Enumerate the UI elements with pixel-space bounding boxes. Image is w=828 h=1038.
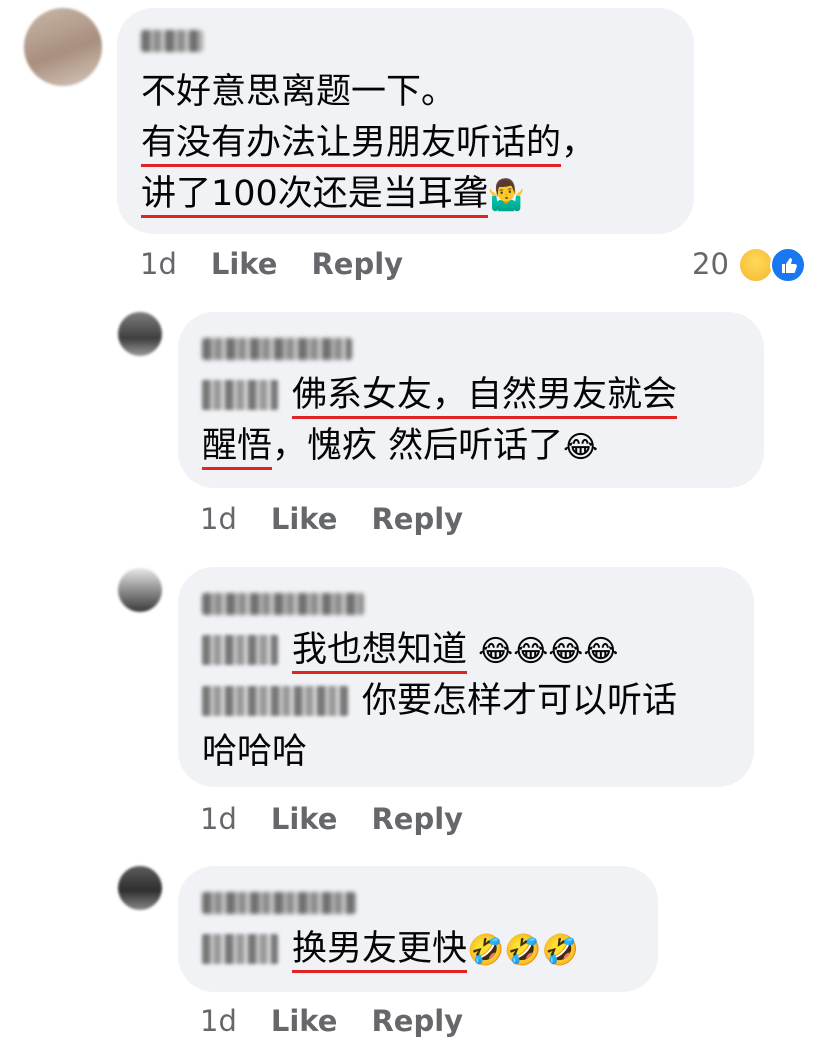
mention-tag[interactable] [202, 635, 278, 665]
like-button[interactable]: Like [211, 247, 278, 281]
reply-bubble: 我也想知道 😂😂😂😂 你要怎样才可以听话 哈哈哈 [178, 567, 754, 787]
comment-text: 我也想知道 😂😂😂😂 你要怎样才可以听话 哈哈哈 [202, 630, 678, 772]
timestamp[interactable]: 1d [200, 502, 237, 536]
rolling-laughing-icon: 🤣🤣🤣 [467, 933, 580, 968]
like-button[interactable]: Like [271, 1004, 338, 1038]
commenter-name[interactable] [202, 338, 352, 360]
reply-bubble: 佛系女友，自然男友就会 醒悟，愧疚 然后听话了😂 [178, 312, 764, 488]
mention-tag[interactable] [202, 686, 348, 716]
comment-actions: 1d Like Reply [200, 802, 463, 836]
reaction-count[interactable]: 20 [692, 247, 729, 281]
comment-text: 换男友更快🤣🤣🤣 [202, 924, 579, 975]
commenter-name[interactable] [202, 593, 364, 615]
avatar[interactable] [118, 866, 162, 910]
like-button[interactable]: Like [271, 502, 338, 536]
comment-bubble: 不好意思离题一下。 有没有办法让男朋友听话的， 讲了100次还是当耳聋🤷‍♂️ [117, 8, 694, 234]
mention-tag[interactable] [202, 934, 278, 964]
reply-button[interactable]: Reply [371, 502, 463, 536]
reply-button[interactable]: Reply [311, 247, 403, 281]
comment-actions: 1d Like Reply [200, 502, 463, 536]
avatar[interactable] [118, 568, 162, 612]
laughing-emoji-icon [738, 247, 774, 283]
like-button[interactable]: Like [271, 802, 338, 836]
comment-text: 佛系女友，自然男友就会 醒悟，愧疚 然后听话了😂 [202, 370, 678, 472]
timestamp[interactable]: 1d [140, 247, 177, 281]
thumbs-up-icon [770, 247, 806, 283]
avatar[interactable] [118, 312, 162, 356]
tears-of-joy-icon: 😂😂😂😂 [478, 634, 619, 669]
timestamp[interactable]: 1d [200, 1004, 237, 1038]
comment-actions: 1d Like Reply [200, 1004, 463, 1038]
mention-tag[interactable] [202, 380, 278, 410]
person-shrugging-icon: 🤷‍♂️ [487, 178, 526, 213]
reply-button[interactable]: Reply [371, 802, 463, 836]
commenter-name[interactable] [141, 30, 203, 52]
avatar[interactable] [24, 8, 102, 86]
tears-of-joy-icon: 😂 [563, 430, 599, 465]
reply-button[interactable]: Reply [371, 1004, 463, 1038]
reply-bubble: 换男友更快🤣🤣🤣 [178, 866, 658, 992]
comment-text: 不好意思离题一下。 有没有办法让男朋友听话的， 讲了100次还是当耳聋🤷‍♂️ [141, 67, 596, 220]
commenter-name[interactable] [202, 892, 356, 914]
timestamp[interactable]: 1d [200, 802, 237, 836]
comment-actions: 1d Like Reply [140, 247, 403, 281]
